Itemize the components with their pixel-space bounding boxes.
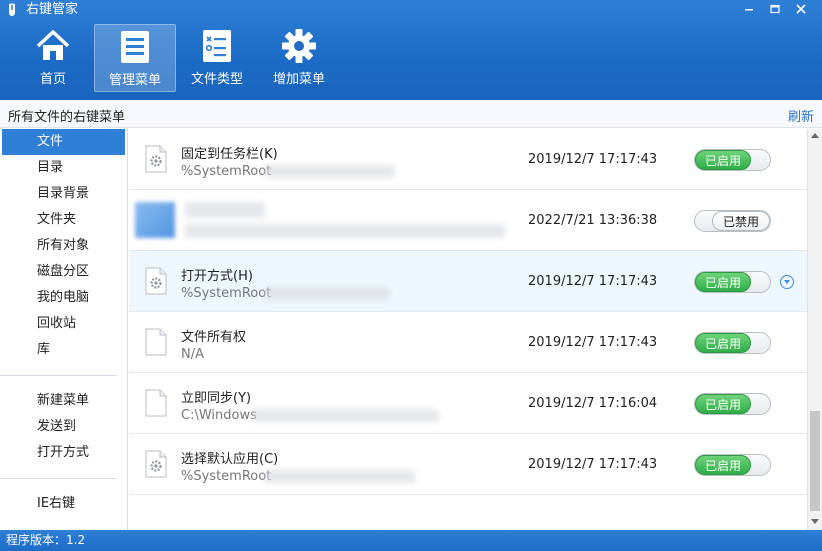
file-checklist-icon bbox=[203, 30, 231, 62]
item-date: 2019/12/7 17:17:43 bbox=[528, 457, 658, 472]
item-date: 2019/12/7 17:17:43 bbox=[528, 274, 658, 289]
redacted-app-icon bbox=[135, 202, 175, 238]
sidebar-item-send-to[interactable]: 发送到 bbox=[0, 414, 127, 440]
title-bar: 右键管家 首页 管理菜单 文件类型 增加菜单 bbox=[0, 0, 822, 100]
minimize-icon bbox=[745, 9, 753, 11]
redacted-text bbox=[185, 224, 505, 238]
status-toggle[interactable]: 已启用 bbox=[694, 393, 771, 415]
sidebar-item-directory[interactable]: 目录 bbox=[0, 155, 127, 181]
settings-file-icon bbox=[145, 267, 167, 295]
version-text: 程序版本：1.2 bbox=[6, 533, 86, 547]
settings-file-icon bbox=[145, 450, 167, 478]
item-path: C:\Windows bbox=[181, 408, 257, 423]
nav-file-types-label: 文件类型 bbox=[190, 72, 243, 87]
item-path: %SystemRoot bbox=[181, 164, 272, 179]
gear-icon bbox=[282, 29, 316, 63]
status-toggle[interactable]: 已启用 bbox=[694, 149, 771, 171]
item-name: 选择默认应用(C) bbox=[181, 452, 279, 467]
redacted-text bbox=[185, 202, 265, 218]
home-icon bbox=[36, 30, 70, 60]
scroll-down-icon[interactable] bbox=[811, 519, 819, 524]
list-item[interactable]: 打开方式(H) %SystemRoot 2019/12/7 17:17:43 已… bbox=[129, 251, 807, 312]
sidebar: 文件 目录 目录背景 文件夹 所有对象 磁盘分区 我的电脑 回收站 库 新建菜单… bbox=[0, 129, 128, 530]
nav-manage-menu[interactable]: 管理菜单 bbox=[94, 24, 176, 92]
settings-file-icon bbox=[145, 145, 167, 173]
nav-home-label: 首页 bbox=[39, 72, 66, 87]
restore-icon bbox=[770, 4, 780, 14]
blank-file-icon bbox=[145, 328, 167, 356]
close-icon bbox=[796, 4, 806, 14]
item-path: N/A bbox=[181, 347, 204, 362]
scrollbar-thumb[interactable] bbox=[810, 411, 820, 511]
status-toggle[interactable]: 已启用 bbox=[694, 332, 771, 354]
status-toggle-label: 已启用 bbox=[695, 455, 751, 475]
status-bar: 程序版本：1.2 bbox=[0, 530, 822, 551]
menu-item-list: 固定到任务栏(K) %SystemRoot 2019/12/7 17:17:43… bbox=[129, 129, 807, 530]
blank-file-icon bbox=[145, 389, 167, 417]
nav-home[interactable]: 首页 bbox=[12, 24, 94, 92]
list-item[interactable]: 2022/7/21 13:36:38 已禁用 bbox=[129, 190, 807, 251]
sidebar-item-drive[interactable]: 磁盘分区 bbox=[0, 259, 127, 285]
status-toggle-label: 已启用 bbox=[695, 150, 751, 170]
redacted-text bbox=[265, 165, 395, 178]
section-header: 所有文件的右键菜单 刷新 bbox=[0, 100, 822, 128]
item-date: 2019/12/7 17:17:43 bbox=[528, 152, 658, 167]
item-date: 2019/12/7 17:16:04 bbox=[528, 396, 658, 411]
item-date: 2019/12/7 17:17:43 bbox=[528, 335, 658, 350]
item-name: 打开方式(H) bbox=[181, 269, 253, 284]
window-controls bbox=[736, 0, 814, 18]
app-title: 右键管家 bbox=[26, 2, 79, 17]
status-toggle[interactable]: 已启用 bbox=[694, 271, 771, 293]
status-toggle[interactable]: 已禁用 bbox=[694, 210, 771, 232]
vertical-scrollbar[interactable] bbox=[807, 129, 822, 530]
minimize-button[interactable] bbox=[736, 0, 762, 18]
nav-add-menu-label: 增加菜单 bbox=[272, 72, 325, 87]
sidebar-item-my-computer[interactable]: 我的电脑 bbox=[0, 285, 127, 311]
main-nav: 首页 管理菜单 文件类型 增加菜单 bbox=[12, 24, 340, 92]
list-item[interactable]: 文件所有权 N/A 2019/12/7 17:17:43 已启用 bbox=[129, 312, 807, 373]
sidebar-item-directory-background[interactable]: 目录背景 bbox=[0, 181, 127, 207]
status-toggle[interactable]: 已启用 bbox=[694, 454, 771, 476]
sidebar-item-recycle-bin[interactable]: 回收站 bbox=[0, 311, 127, 337]
item-date: 2022/7/21 13:36:38 bbox=[528, 213, 658, 228]
list-item[interactable]: 固定到任务栏(K) %SystemRoot 2019/12/7 17:17:43… bbox=[129, 129, 807, 190]
close-button[interactable] bbox=[788, 0, 814, 18]
section-title: 所有文件的右键菜单 bbox=[8, 110, 126, 125]
nav-add-menu[interactable]: 增加菜单 bbox=[258, 24, 340, 92]
sidebar-item-open-with[interactable]: 打开方式 bbox=[0, 440, 127, 466]
nav-manage-menu-label: 管理菜单 bbox=[108, 73, 161, 88]
sidebar-item-file[interactable]: 文件 bbox=[2, 129, 125, 155]
sidebar-item-folder[interactable]: 文件夹 bbox=[0, 207, 127, 233]
sidebar-item-ie-menu[interactable]: IE右键 bbox=[0, 491, 127, 517]
menu-list-icon bbox=[121, 31, 149, 63]
refresh-link[interactable]: 刷新 bbox=[788, 106, 814, 125]
item-name: 立即同步(Y) bbox=[181, 391, 252, 406]
redacted-text bbox=[265, 470, 415, 483]
status-toggle-label: 已启用 bbox=[695, 272, 751, 292]
redacted-text bbox=[265, 287, 389, 300]
restore-button[interactable] bbox=[762, 0, 788, 18]
sidebar-divider bbox=[0, 478, 117, 479]
scroll-up-icon[interactable] bbox=[811, 133, 819, 138]
item-name: 固定到任务栏(K) bbox=[181, 147, 278, 162]
nav-file-types[interactable]: 文件类型 bbox=[176, 24, 258, 92]
list-item[interactable]: 立即同步(Y) C:\Windows 2019/12/7 17:16:04 已启… bbox=[129, 373, 807, 434]
item-path: %SystemRoot bbox=[181, 469, 272, 484]
list-item[interactable]: 选择默认应用(C) %SystemRoot 2019/12/7 17:17:43… bbox=[129, 434, 807, 495]
status-toggle-label: 已启用 bbox=[695, 394, 751, 414]
sidebar-item-new-menu[interactable]: 新建菜单 bbox=[0, 388, 127, 414]
sidebar-item-library[interactable]: 库 bbox=[0, 337, 127, 363]
item-name: 文件所有权 bbox=[181, 330, 247, 345]
status-toggle-label: 已禁用 bbox=[712, 211, 770, 231]
expand-dropdown-icon[interactable] bbox=[780, 275, 794, 289]
item-path: %SystemRoot bbox=[181, 286, 272, 301]
sidebar-item-all-objects[interactable]: 所有对象 bbox=[0, 233, 127, 259]
status-toggle-label: 已启用 bbox=[695, 333, 751, 353]
app-logo-icon bbox=[9, 3, 15, 16]
redacted-text bbox=[253, 409, 439, 422]
sidebar-divider bbox=[0, 375, 117, 376]
